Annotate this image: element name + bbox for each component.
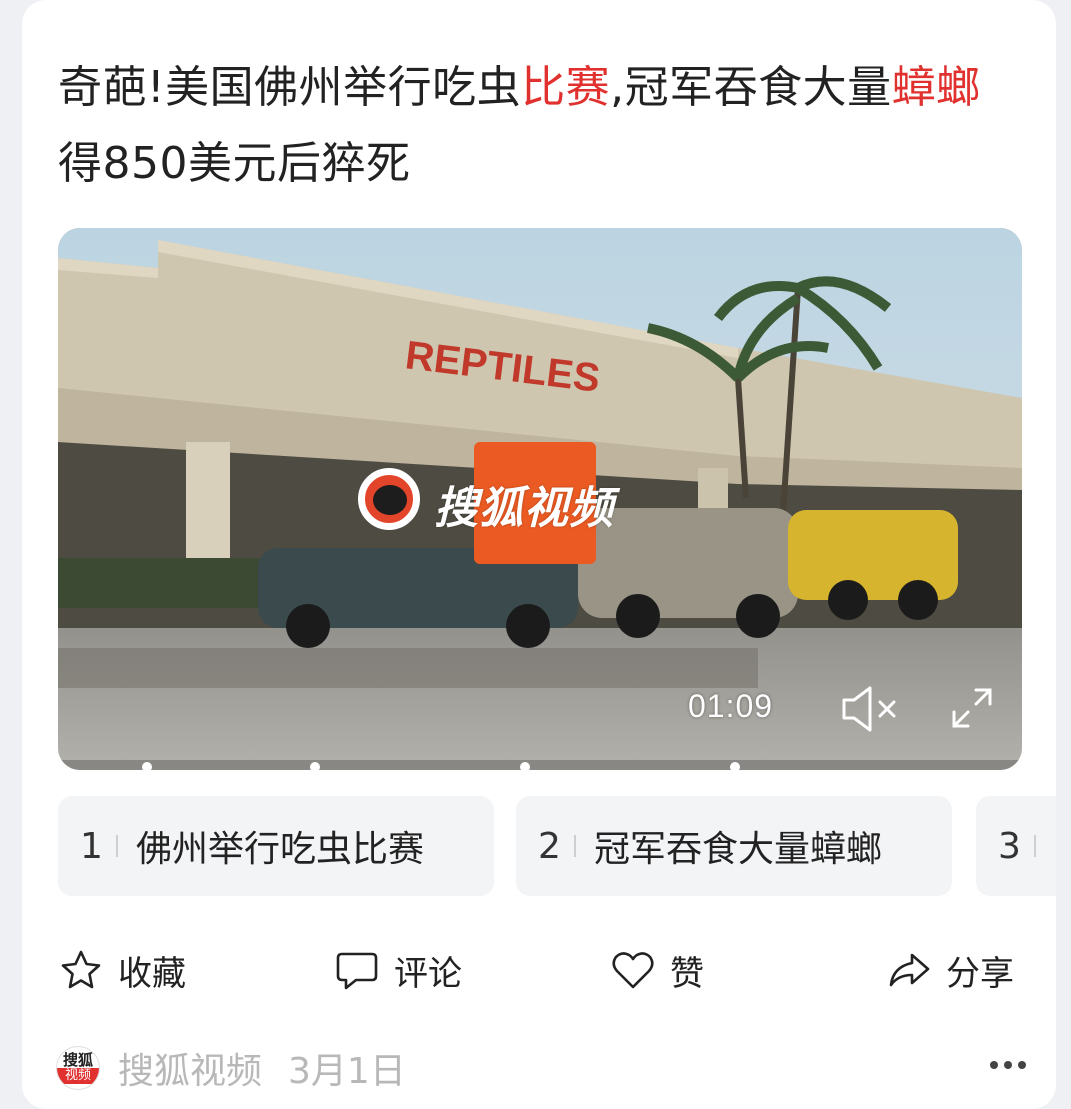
sohu-logo-icon	[358, 468, 420, 530]
watermark-text: 搜狐视频	[434, 483, 614, 534]
chapter-number: 3	[998, 825, 1021, 867]
chapter-item-1[interactable]: 1 佛州举行吃虫比赛	[58, 796, 494, 896]
video-player[interactable]: REPTILES 搜狐视频 01:09	[58, 228, 1022, 770]
more-dot	[990, 1061, 998, 1069]
chapter-marker	[730, 762, 740, 770]
chapter-divider	[1034, 835, 1036, 857]
sohu-video-watermark: 搜狐视频	[358, 442, 688, 564]
favorite-label: 收藏	[118, 953, 186, 994]
source-row: 搜狐 视频 搜狐视频 3月1日	[56, 1040, 1026, 1096]
title-part-1: 奇葩!美国佛州举行吃虫	[58, 62, 522, 113]
chapter-marker	[310, 762, 320, 770]
chapter-number: 1	[80, 825, 103, 867]
source-name[interactable]: 搜狐视频	[118, 1042, 262, 1094]
chapter-divider	[116, 835, 118, 857]
share-label: 分享	[946, 953, 1014, 994]
more-dot	[1018, 1061, 1026, 1069]
chapter-divider	[574, 835, 576, 857]
comment-label: 评论	[394, 953, 462, 994]
comment-button[interactable]: 评论	[334, 938, 462, 1002]
share-button[interactable]: 分享	[886, 938, 1014, 1002]
chapter-marker	[520, 762, 530, 770]
star-icon	[61, 950, 101, 989]
title-part-2: ,冠军吞食大量	[610, 62, 892, 113]
more-options-icon[interactable]	[990, 1058, 1026, 1072]
chapter-list: 1 佛州举行吃虫比赛 2 冠军吞食大量蟑螂 3	[58, 796, 1056, 898]
source-avatar[interactable]: 搜狐 视频	[56, 1046, 100, 1090]
share-icon	[889, 953, 930, 987]
progress-bar[interactable]	[58, 760, 1022, 770]
more-dot	[1004, 1061, 1012, 1069]
like-label: 赞	[670, 953, 704, 994]
feed-card: 奇葩!美国佛州举行吃虫比赛,冠军吞食大量蟑螂得850美元后猝死 REPTILES…	[22, 0, 1056, 1109]
fullscreen-icon[interactable]	[948, 684, 996, 732]
title-highlight-2: 蟑螂	[891, 62, 981, 113]
chapter-number: 2	[538, 825, 561, 867]
chapter-item-2[interactable]: 2 冠军吞食大量蟑螂	[516, 796, 952, 896]
title-highlight-1: 比赛	[521, 62, 611, 113]
comment-icon	[336, 952, 378, 990]
article-title[interactable]: 奇葩!美国佛州举行吃虫比赛,冠军吞食大量蟑螂得850美元后猝死	[58, 50, 1018, 202]
source-avatar-line2: 视频	[57, 1068, 99, 1084]
chapter-item-3[interactable]: 3	[976, 796, 1056, 896]
heart-icon	[612, 952, 654, 989]
mute-icon[interactable]	[840, 686, 902, 732]
like-button[interactable]: 赞	[610, 938, 704, 1002]
chapter-label: 冠军吞食大量蟑螂	[594, 829, 883, 870]
source-avatar-line1: 搜狐	[62, 1051, 93, 1069]
title-part-3: 得850美元后猝死	[58, 138, 411, 189]
chapter-label: 佛州举行吃虫比赛	[136, 829, 425, 870]
favorite-button[interactable]: 收藏	[58, 938, 186, 1002]
action-bar: 收藏 评论 赞 分享	[22, 938, 1056, 1002]
video-duration: 01:09	[688, 688, 774, 724]
chapter-marker	[142, 762, 152, 770]
publish-date: 3月1日	[288, 1051, 406, 1092]
